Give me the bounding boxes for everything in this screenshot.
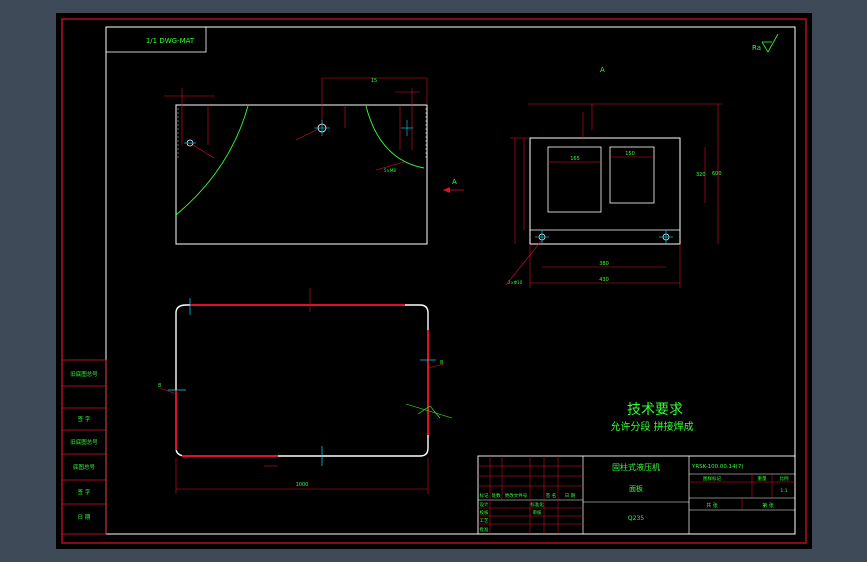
tb-checker: 校核 (480, 509, 489, 516)
strip-item-5: 签 字 (78, 488, 91, 496)
strip-item-3: 旧底图总号 (70, 438, 98, 446)
cad-drawing-viewport[interactable]: 1/1 DWG-MAT Ra 旧底图总号 签 字 旧底图总号 底图总号 签 字 … (0, 0, 867, 562)
roughness-note: Ra (752, 44, 761, 52)
dim-right-height: 600 (712, 171, 722, 177)
strip-item-4: 底图总号 (73, 463, 96, 471)
material: Q235 (628, 515, 644, 522)
dim-top-horizontal: 15 (371, 78, 377, 84)
drawing-number: YRSK-100.00.14(7) (691, 464, 743, 470)
rev-col3: 更改文件号 (505, 492, 528, 499)
tech-req-title: 技术要求 (627, 402, 683, 418)
dim-outline-left: 8 (158, 383, 161, 389)
strip-item-1: 旧底图总号 (70, 370, 98, 378)
strip-item-6: 日 期 (78, 514, 91, 521)
tech-req-line1: 允许分段 拼接焊成 (610, 420, 693, 433)
dim-right-total: 430 (599, 277, 609, 283)
rev-col1: 标记 (480, 492, 489, 499)
dim-outline-right: 8 (440, 360, 443, 366)
tb-approve: 审核 (533, 509, 542, 516)
tb-process: 工艺 (480, 518, 489, 524)
tb-weight-label: 重量 (758, 475, 767, 482)
dim-right-side: 320 (696, 172, 706, 178)
tb-scale-label: 图样标记 (703, 475, 721, 482)
part-name: 面板 (629, 484, 643, 493)
tb-sheet: 共 张 (706, 502, 718, 509)
rev-col5: 日 期 (565, 493, 576, 499)
tb-standard: 标准化 (530, 501, 544, 508)
top-left-label: 1/1 DWG-MAT (146, 37, 195, 45)
tb-ratio-label: 比例 (780, 475, 789, 482)
strip-item-2: 签 字 (78, 415, 91, 423)
rev-col4: 签 名 (546, 492, 556, 499)
product-name: 固柱式液压机 (612, 462, 660, 472)
section-label: A (600, 66, 605, 74)
tb-designer: 设计 (480, 501, 489, 508)
tb-page: 第 张 (762, 502, 774, 509)
hole-note: 5×M8 (384, 168, 396, 173)
tb-ratio-value: 1:1 (780, 488, 787, 494)
dim-box2: 150 (625, 151, 635, 157)
rev-col2: 处数 (492, 492, 501, 499)
section-arrow-label: A (452, 178, 457, 186)
dim-outline-bottom: 1000 (296, 482, 309, 488)
tb-date: 批准 (480, 526, 489, 533)
dim-hole-note: 2×Φ10 (508, 280, 523, 285)
dim-box1: 165 (570, 156, 580, 162)
dim-right-inner: 380 (599, 261, 609, 267)
